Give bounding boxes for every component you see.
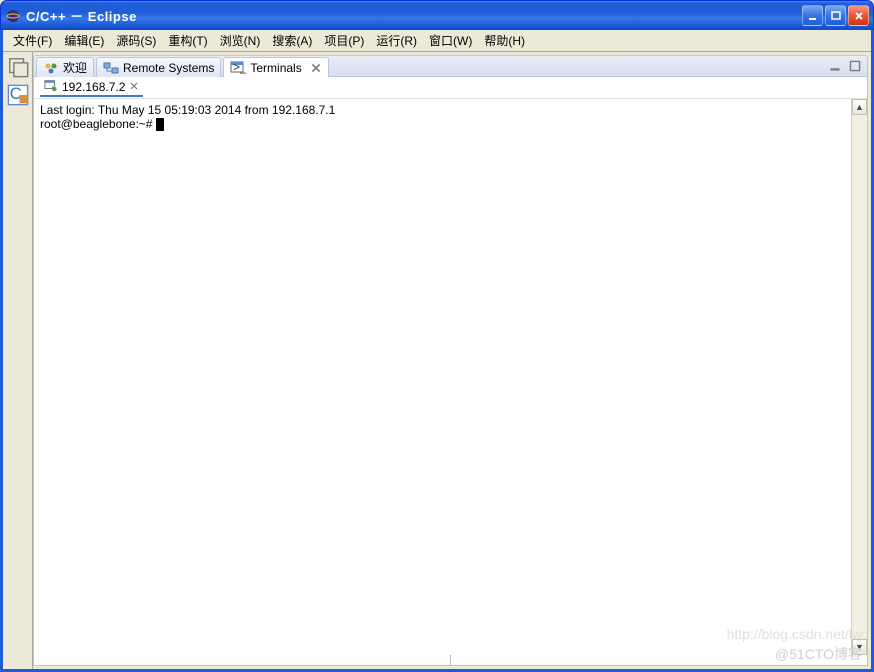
menu-file[interactable]: 文件(F) [7,30,58,51]
menu-project[interactable]: 项目(P) [318,30,370,51]
cpp-perspective-icon[interactable]: C [7,84,29,106]
connection-host: 192.168.7.2 [62,80,125,94]
tab-remote-systems[interactable]: Remote Systems [96,57,221,77]
menu-help[interactable]: 帮助(H) [478,30,531,51]
minimize-button[interactable] [802,5,823,26]
view-tabs: 欢迎 Remote Systems >_ Terminals [33,55,868,77]
eclipse-icon [5,8,21,24]
maximize-button[interactable] [825,5,846,26]
svg-text:+: + [53,81,58,92]
tab-welcome[interactable]: 欢迎 [36,57,94,77]
svg-text:>_: >_ [233,60,246,74]
terminal-prompt: root@beaglebone:~# [40,117,156,131]
connection-tab[interactable]: + 192.168.7.2 [40,79,143,97]
menu-run[interactable]: 运行(R) [370,30,423,51]
terminal[interactable]: Last login: Thu May 15 05:19:03 2014 fro… [34,99,851,655]
remote-systems-icon [103,60,119,76]
close-icon[interactable] [310,62,322,74]
title-bar: C/C++ － Eclipse [0,0,874,30]
view-toolbar [827,58,863,74]
terminal-panel: + 192.168.7.2 Last login: Thu May 15 05:… [33,77,868,666]
welcome-icon [43,60,59,76]
menu-bar: 文件(F) 编辑(E) 源码(S) 重构(T) 浏览(N) 搜索(A) 项目(P… [3,30,871,52]
restore-icon[interactable] [7,56,29,78]
connection-close-icon[interactable] [129,80,139,94]
menu-refactor[interactable]: 重构(T) [162,30,213,51]
scrollbar[interactable]: ▲ ▼ [851,99,867,655]
cursor-icon [156,118,164,131]
menu-browse[interactable]: 浏览(N) [214,30,267,51]
tab-terminals-label: Terminals [250,61,301,75]
close-button[interactable] [848,5,869,26]
scroll-up-icon[interactable]: ▲ [852,99,867,115]
perspective-bar: C [3,52,33,669]
terminals-icon: >_ [230,60,246,76]
menu-source[interactable]: 源码(S) [110,30,162,51]
minimize-view-icon[interactable] [827,58,843,74]
menu-edit[interactable]: 编辑(E) [58,30,110,51]
terminal-prompt-line: root@beaglebone:~# [40,117,845,131]
connection-tabs: + 192.168.7.2 [34,77,867,99]
resize-handle-icon[interactable]: ┊ [34,655,867,665]
window-title: C/C++ － Eclipse [26,6,802,25]
scroll-down-icon[interactable]: ▼ [852,639,867,655]
maximize-view-icon[interactable] [847,58,863,74]
tab-terminals[interactable]: >_ Terminals [223,57,328,77]
terminal-line: Last login: Thu May 15 05:19:03 2014 fro… [40,103,845,117]
menu-search[interactable]: 搜索(A) [266,30,318,51]
tab-welcome-label: 欢迎 [63,59,87,76]
menu-window[interactable]: 窗口(W) [423,30,478,51]
connection-icon: + [44,78,58,95]
tab-remote-label: Remote Systems [123,61,214,75]
